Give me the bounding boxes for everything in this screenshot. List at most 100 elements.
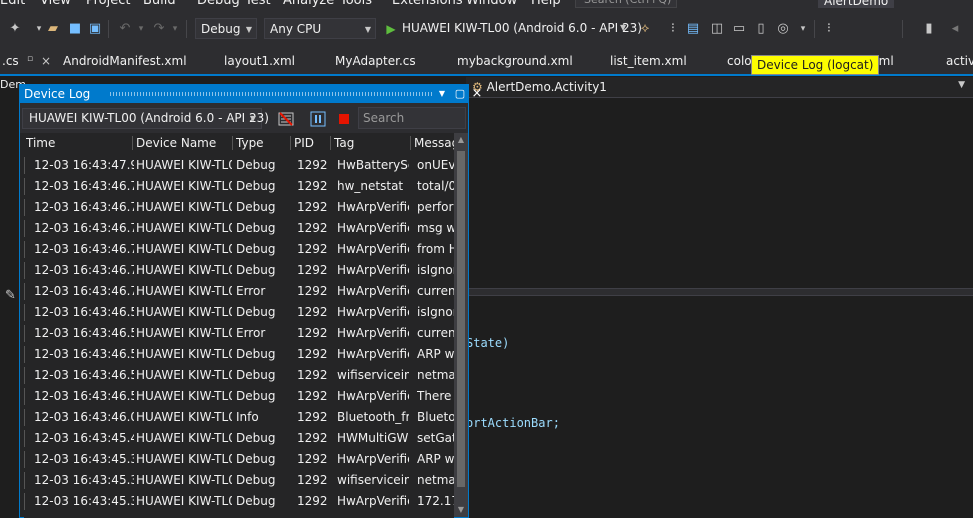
tab-mybackground[interactable]: mybackground.xml (457, 54, 573, 68)
new-project-icon[interactable]: ✦ (6, 20, 24, 38)
log-cell-time: 12-03 16:43:46.582 (34, 326, 134, 340)
menu-item-debug[interactable]: Debug (197, 0, 240, 8)
tab-androidmanifest[interactable]: AndroidManifest.xml (63, 54, 187, 68)
platform-select[interactable]: Any CPU ▼ (264, 18, 376, 39)
menu-item-tools[interactable]: Tools (340, 0, 372, 8)
table-row[interactable]: 12-03 16:43:46.702HUAWEI KIW-TL00 Debug 12… (24, 239, 454, 260)
menu-item-analyze[interactable]: Analyze (283, 0, 334, 8)
screenshot-icon[interactable]: ◫ (708, 20, 726, 38)
table-row[interactable]: 12-03 16:43:45.382HUAWEI KIW-TL00 Debug 12… (24, 491, 454, 512)
device-select-value: HUAWEI KIW-TL00 (Android 6.0 - API 23) (29, 111, 269, 125)
clear-log-icon[interactable] (278, 111, 294, 127)
toolbar-overflow-icon[interactable]: ⁝ (820, 20, 838, 38)
device-log-titlebar[interactable]: Device Log ▼ ▢ × (20, 85, 482, 103)
menu-item-help[interactable]: Help (531, 0, 561, 8)
menu-item-view[interactable]: View (40, 0, 71, 8)
menu-item-project[interactable]: Project (86, 0, 130, 8)
table-row[interactable]: 12-03 16:43:47.902HUAWEI KIW-TL00 Debug 12… (24, 155, 454, 176)
pause-icon[interactable] (310, 111, 326, 127)
code-editor[interactable]: State) ortActionBar; (466, 98, 973, 518)
table-row[interactable]: 12-03 16:43:46.022HUAWEI KIW-TL00 Info 129… (24, 407, 454, 428)
log-vertical-scrollbar[interactable]: ▲ ▼ (454, 133, 468, 517)
log-cell-pid: 1292 (297, 368, 328, 382)
table-row[interactable]: 12-03 16:43:46.582HUAWEI KIW-TL00 Error 12… (24, 323, 454, 344)
maximize-icon[interactable]: ▢ (452, 85, 468, 103)
log-cell-msg: current (417, 326, 454, 340)
table-row[interactable]: 12-03 16:43:46.702HUAWEI KIW-TL00 Error 12… (24, 281, 454, 302)
log-cell-tag: hw_netstat (337, 179, 404, 193)
log-cell-msg: current (417, 284, 454, 298)
table-row[interactable]: 12-03 16:43:46.702HUAWEI KIW-TL00 Debug 12… (24, 260, 454, 281)
column-header-tag[interactable]: Tag (334, 133, 408, 153)
scrollbar-thumb[interactable] (457, 151, 465, 487)
save-icon[interactable]: ■ (66, 20, 84, 38)
column-header-type[interactable]: Type (236, 133, 290, 153)
device-icon[interactable]: ▯ (752, 20, 770, 38)
drag-grip[interactable] (110, 92, 432, 96)
open-folder-icon[interactable]: ▰ (44, 20, 62, 38)
run-target-dropdown-icon[interactable]: ▼ (620, 23, 626, 32)
toolbar-dropdown-icon[interactable]: ▾ (794, 20, 812, 38)
stop-icon[interactable] (336, 111, 352, 127)
toolbar-overflow-icon[interactable]: ⁝ (664, 20, 682, 38)
scroll-up-icon[interactable]: ▲ (454, 133, 468, 147)
tab-cs-file[interactable]: .cs (2, 54, 19, 68)
tab-list-item[interactable]: list_item.xml (610, 54, 687, 68)
bookmark-prev-icon[interactable]: ◂ (946, 20, 964, 38)
log-search-input[interactable]: Search (358, 107, 466, 129)
tab-colors[interactable]: colo (727, 54, 752, 68)
log-cell-pid: 1292 (297, 158, 328, 172)
tab-myadapter[interactable]: MyAdapter.cs (335, 54, 416, 68)
attach-icon[interactable]: ⟡ (636, 20, 654, 38)
close-icon[interactable]: × (41, 54, 51, 68)
log-grid[interactable]: Time Device Name Type PID Tag Message 12… (24, 133, 454, 518)
bookmark-icon[interactable]: ▮ (920, 20, 938, 38)
menu-item-edit[interactable]: Edit (0, 0, 25, 8)
table-row[interactable]: 12-03 16:43:46.702HUAWEI KIW-TL00 Debug 12… (24, 197, 454, 218)
quick-actions-icon[interactable]: ✎ (5, 288, 16, 303)
quick-launch-search[interactable]: Search (Ctrl+Q) (575, 0, 677, 8)
column-header-pid[interactable]: PID (294, 133, 328, 153)
close-icon[interactable]: × (469, 85, 485, 103)
menu-item-build[interactable]: Build (143, 0, 176, 8)
sdk-manager-icon[interactable]: ◎ (774, 20, 792, 38)
scroll-down-icon[interactable]: ▼ (454, 503, 468, 517)
log-cell-tag: HWMultiGW (337, 431, 409, 445)
tab-layout1[interactable]: layout1.xml (224, 54, 295, 68)
log-cell-type: Debug (236, 473, 276, 487)
log-cell-device: HUAWEI KIW-TL00 (136, 368, 232, 382)
redo-dropdown-icon[interactable]: ▾ (166, 20, 184, 38)
menu-item-window[interactable]: Window (466, 0, 517, 8)
type-selector[interactable]: ⚙ AlertDemo.Activity1 (472, 80, 607, 94)
save-all-icon[interactable]: ▣ (86, 20, 104, 38)
table-row[interactable]: 12-03 16:43:46.582HUAWEI KIW-TL00 Debug 12… (24, 302, 454, 323)
menu-item-extensions[interactable]: Extensions (392, 0, 463, 8)
device-select[interactable]: HUAWEI KIW-TL00 (Android 6.0 - API 23) ▼ (22, 108, 269, 129)
run-target-label[interactable]: HUAWEI KIW-TL00 (Android 6.0 - API 23) (402, 21, 642, 35)
table-row[interactable]: 12-03 16:43:46.502HUAWEI KIW-TL00 Debug 12… (24, 344, 454, 365)
undo-dropdown-icon[interactable]: ▾ (132, 20, 150, 38)
chevron-down-icon[interactable]: ▼ (958, 80, 965, 90)
table-row[interactable]: 12-03 16:43:46.502HUAWEI KIW-TL00 Debug 12… (24, 386, 454, 407)
log-cell-type: Debug (236, 347, 276, 361)
table-row[interactable]: 12-03 16:43:45.382HUAWEI KIW-TL00 Debug 12… (24, 449, 454, 470)
column-header-time[interactable]: Time (26, 133, 132, 153)
table-row[interactable]: 12-03 16:43:46.502HUAWEI KIW-TL00 Debug 12… (24, 365, 454, 386)
table-row[interactable]: 12-03 16:43:46.702HUAWEI KIW-TL00 Debug 12… (24, 176, 454, 197)
editor-nav-crumb[interactable]: Dem (0, 78, 26, 94)
table-row[interactable]: 12-03 16:43:45.382HUAWEI KIW-TL00 Debug 12… (24, 470, 454, 491)
editor-split-bar[interactable] (466, 288, 973, 296)
column-header-device-name[interactable]: Device Name (136, 133, 232, 153)
configuration-select[interactable]: Debug ▼ (195, 18, 257, 39)
terminal-icon[interactable]: ▭ (730, 20, 748, 38)
tab-pin-icon[interactable]: ▫ (27, 54, 33, 64)
tab-activity[interactable]: activi (946, 54, 973, 68)
android-device-manager-icon[interactable]: ▤ (684, 20, 702, 38)
menu-item-test[interactable]: Test (245, 0, 271, 8)
main-toolbar: ✦ ▾ ▰ ■ ▣ ↶ ▾ ↷ ▾ Debug ▼ Any CPU ▼ ▶ HU… (0, 12, 973, 46)
column-header-message[interactable]: Message (414, 133, 454, 153)
table-row[interactable]: 12-03 16:43:46.702HUAWEI KIW-TL00 Debug 12… (24, 218, 454, 239)
run-icon[interactable]: ▶ (382, 20, 400, 38)
table-row[interactable]: 12-03 16:43:45.452HUAWEI KIW-TL00 Debug 12… (24, 428, 454, 449)
window-menu-icon[interactable]: ▼ (434, 85, 450, 103)
